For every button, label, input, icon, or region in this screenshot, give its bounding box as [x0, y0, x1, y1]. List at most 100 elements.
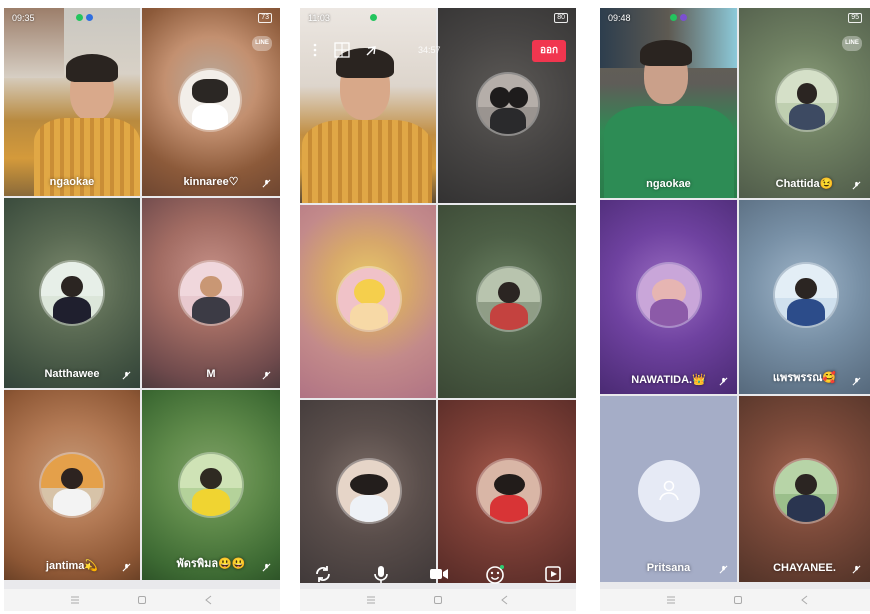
video-tile-self[interactable]	[300, 8, 436, 203]
battery-icon: 80	[554, 13, 568, 23]
clock: 11:03	[308, 13, 330, 23]
muted-mic-icon	[852, 181, 861, 190]
participant-avatar	[777, 70, 837, 130]
muted-mic-icon	[262, 371, 271, 380]
participant-name: ngaokae	[49, 176, 95, 188]
battery-icon: 73	[258, 13, 272, 23]
video-tile[interactable]	[300, 205, 436, 398]
participant-avatar	[180, 454, 242, 516]
line-notification-icon	[670, 14, 677, 21]
participant-name: แพรพรรณ🥰	[772, 372, 837, 384]
home-icon[interactable]	[137, 595, 147, 605]
line-notification-icon	[370, 14, 377, 21]
video-camera-icon[interactable]	[428, 563, 450, 585]
participant-name: jantima💫	[45, 560, 99, 572]
participant-avatar	[478, 74, 538, 134]
system-navigation-bar	[300, 589, 576, 611]
participant-name: ngaokae	[646, 178, 691, 190]
participant-name: Pritsana	[646, 562, 691, 574]
switch-camera-icon[interactable]	[312, 563, 334, 585]
person-body	[302, 120, 432, 203]
video-tile[interactable]: jantima💫	[4, 390, 140, 580]
line-logo-icon: LINE	[252, 36, 272, 51]
video-tile[interactable]	[438, 400, 576, 583]
video-tile[interactable]: แพรพรรณ🥰	[739, 200, 870, 394]
system-navigation-bar	[4, 589, 280, 611]
video-tile[interactable]: LINE Chattida😉	[739, 8, 870, 198]
muted-mic-icon	[262, 563, 271, 572]
video-tile[interactable]: NAWATIDA.👑	[600, 200, 737, 394]
video-tile-self[interactable]: ngaokae	[4, 8, 140, 196]
video-tile[interactable]: CHAYANEE.	[739, 396, 870, 582]
video-tile-self[interactable]: ngaokae	[600, 8, 737, 198]
participant-avatar	[41, 454, 103, 516]
video-tile-placeholder[interactable]: Pritsana	[600, 396, 737, 582]
muted-mic-icon	[122, 371, 131, 380]
muted-mic-icon	[262, 179, 271, 188]
participant-avatar	[478, 460, 540, 522]
line-logo-icon: LINE	[842, 36, 862, 51]
back-icon[interactable]	[204, 595, 214, 605]
participant-name: พัดรพิมล😃😃	[176, 558, 246, 570]
video-tile[interactable]	[300, 400, 436, 583]
participant-name: CHAYANEE.	[773, 562, 836, 574]
status-bar: 09:35 73	[4, 8, 280, 28]
status-bar: 11:03 80	[300, 8, 576, 28]
person-hair	[66, 54, 118, 82]
clock: 09:48	[608, 13, 631, 23]
phone-screen-3: ngaokae LINE Chattida😉 NAWATIDA.👑 แพรพรร…	[600, 8, 870, 611]
participant-name: Natthawee	[44, 368, 100, 380]
participant-avatar	[775, 264, 837, 326]
menu-icon[interactable]	[366, 595, 376, 605]
line-notification-icon	[76, 14, 83, 21]
more-options-icon[interactable]	[312, 42, 318, 58]
participant-avatar	[41, 262, 103, 324]
participant-avatar	[478, 268, 540, 330]
video-tile[interactable]: M	[142, 198, 280, 388]
share-screen-icon[interactable]	[542, 563, 564, 585]
home-icon[interactable]	[733, 595, 743, 605]
participant-name: M	[206, 368, 216, 380]
call-timer: 34:57	[418, 45, 441, 55]
video-tile[interactable]: LINE kinnaree♡	[142, 8, 280, 196]
clock: 09:35	[12, 13, 35, 23]
menu-icon[interactable]	[666, 595, 676, 605]
home-icon[interactable]	[433, 595, 443, 605]
muted-mic-icon	[122, 563, 131, 572]
back-icon[interactable]	[800, 595, 810, 605]
app-notification-icon	[680, 14, 687, 21]
video-tile[interactable]: พัดรพิมล😃😃	[142, 390, 280, 580]
default-avatar	[638, 460, 700, 522]
microphone-icon[interactable]	[370, 563, 392, 585]
participant-avatar	[775, 460, 837, 522]
person-hair	[640, 40, 692, 66]
participant-name: Chattida😉	[775, 178, 834, 190]
phone-screen-2: 11:03 80 34:57 ออก	[300, 8, 576, 611]
battery-icon: 95	[848, 13, 862, 23]
video-tile[interactable]	[438, 8, 576, 203]
participant-avatar	[180, 70, 240, 130]
menu-icon[interactable]	[70, 595, 80, 605]
grid-layout-icon[interactable]	[334, 42, 350, 58]
participant-avatar	[180, 262, 242, 324]
participant-name: NAWATIDA.👑	[631, 374, 706, 386]
participant-name: kinnaree♡	[183, 176, 239, 188]
phone-screen-1: ngaokae LINE kinnaree♡ Natthawee M janti…	[4, 8, 280, 611]
leave-call-button[interactable]: ออก	[532, 40, 566, 62]
minimize-icon[interactable]	[364, 44, 378, 58]
muted-mic-icon	[719, 565, 728, 574]
muted-mic-icon	[852, 565, 861, 574]
muted-mic-icon	[852, 377, 861, 386]
video-tile[interactable]: Natthawee	[4, 198, 140, 388]
back-icon[interactable]	[500, 595, 510, 605]
effects-icon[interactable]	[484, 563, 506, 585]
muted-mic-icon	[719, 377, 728, 386]
status-bar: 09:48 95	[600, 8, 870, 28]
person-silhouette-icon	[659, 480, 679, 501]
facebook-notification-icon	[86, 14, 93, 21]
participant-avatar	[338, 268, 400, 330]
system-navigation-bar	[600, 589, 870, 611]
participant-avatar	[638, 264, 700, 326]
video-tile[interactable]	[438, 205, 576, 398]
participant-avatar	[338, 460, 400, 522]
